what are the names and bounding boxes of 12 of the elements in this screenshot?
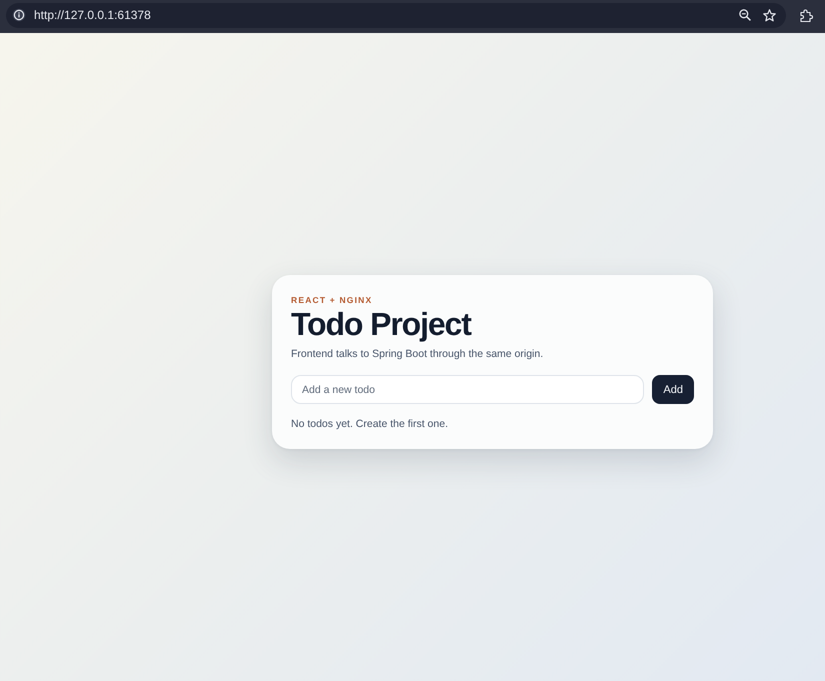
page-title: Todo Project xyxy=(291,307,472,341)
puzzle-icon[interactable] xyxy=(800,8,813,22)
info-icon[interactable] xyxy=(12,8,26,22)
zoom-icon[interactable] xyxy=(739,9,751,21)
todo-input[interactable]: Add a new todo xyxy=(291,375,644,404)
add-button[interactable]: Add xyxy=(652,375,694,404)
star-icon[interactable] xyxy=(763,8,776,22)
subtitle-text: Frontend talks to Spring Boot through the same origin. xyxy=(291,347,544,362)
eyebrow-label: REACT + NGINX xyxy=(291,294,374,306)
empty-message: No todos yet. Create the first one. xyxy=(291,417,449,432)
url-text: http://127.0.0.1:61378 xyxy=(34,8,152,22)
address-bar[interactable]: http://127.0.0.1:61378 xyxy=(6,2,786,28)
